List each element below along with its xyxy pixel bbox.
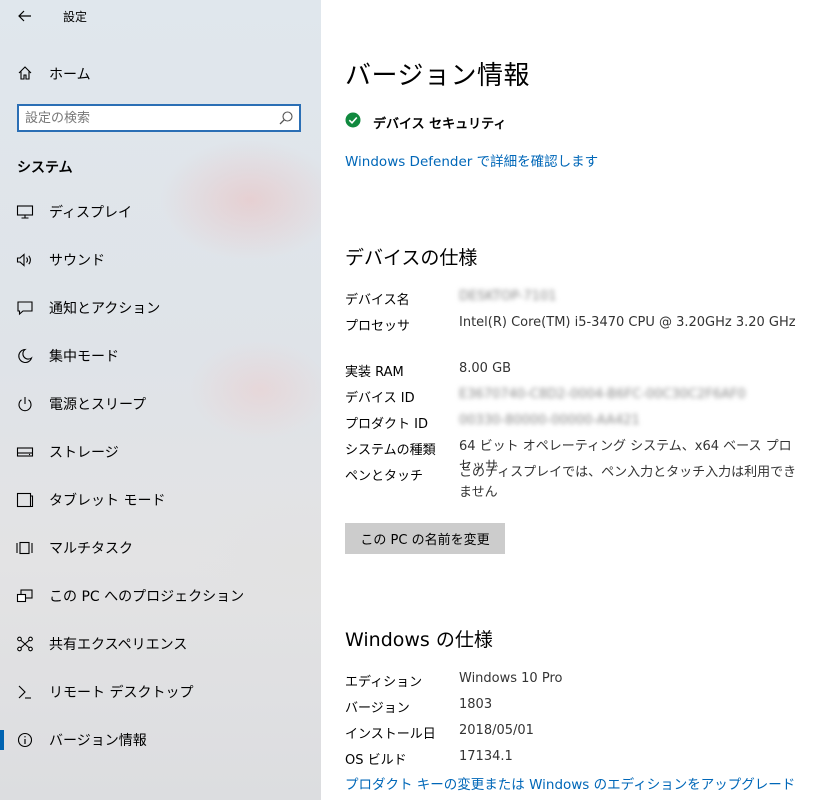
edition-value: Windows 10 Pro	[459, 671, 563, 686]
search-input[interactable]	[25, 109, 265, 127]
sidebar-item-label: サウンド	[49, 253, 105, 269]
display-icon	[16, 205, 34, 219]
sidebar-item-label: ストレージ	[49, 445, 119, 461]
device-specs-heading: デバイスの仕様	[345, 247, 478, 269]
sidebar-item-label: マルチタスク	[49, 541, 133, 557]
sidebar-item-label: 電源とスリープ	[49, 397, 147, 413]
sidebar-item-remote-desktop[interactable]: リモート デスクトップ	[0, 670, 321, 714]
sidebar-item-display[interactable]: ディスプレイ	[0, 190, 321, 234]
ram-value: 8.00 GB	[459, 361, 512, 376]
back-arrow-icon	[18, 10, 31, 22]
device-name-label: デバイス名	[345, 293, 410, 308]
processor-value: Intel(R) Core(TM) i5-3470 CPU @ 3.20GHz …	[459, 315, 796, 330]
home-label: ホーム	[49, 67, 91, 83]
sidebar-item-shared-experiences[interactable]: 共有エクスペリエンス	[0, 622, 321, 666]
sidebar-item-projecting[interactable]: この PC へのプロジェクション	[0, 574, 321, 618]
share-icon	[17, 636, 33, 652]
device-id-label: デバイス ID	[345, 391, 415, 406]
info-icon	[17, 732, 33, 748]
product-id-label: プロダクト ID	[345, 417, 428, 432]
search-box[interactable]	[17, 104, 301, 132]
remote-desktop-icon	[18, 685, 31, 699]
sidebar-item-label: 共有エクスペリエンス	[49, 637, 188, 653]
os-build-value: 17134.1	[459, 749, 513, 764]
ram-label: 実装 RAM	[345, 365, 404, 380]
speaker-icon	[16, 253, 31, 267]
sidebar-item-multitasking[interactable]: マルチタスク	[0, 526, 321, 570]
window-title: 設定	[63, 10, 88, 24]
main-content: バージョン情報 デバイス セキュリティ Windows Defender で詳細…	[321, 0, 813, 800]
upgrade-edition-link[interactable]: プロダクト キーの変更または Windows のエディションをアップグレード	[345, 773, 795, 793]
sidebar-item-tablet-mode[interactable]: タブレット モード	[0, 478, 321, 522]
rename-pc-button[interactable]: この PC の名前を変更	[345, 523, 505, 554]
tablet-icon	[16, 492, 34, 508]
selection-indicator	[0, 730, 4, 750]
version-value: 1803	[459, 697, 493, 712]
power-icon	[18, 397, 32, 412]
install-date-value: 2018/05/01	[459, 723, 534, 738]
sidebar-item-notifications[interactable]: 通知とアクション	[0, 286, 321, 330]
sidebar-item-label: タブレット モード	[49, 493, 166, 509]
sidebar-item-label: リモート デスクトップ	[49, 685, 194, 701]
notification-icon	[17, 301, 33, 316]
product-id-value: 00330-80000-00000-AA421	[459, 413, 640, 428]
sidebar-item-sound[interactable]: サウンド	[0, 238, 321, 282]
device-id-value: E3670740-C8D2-0004-B6FC-00C30C2F6AF0	[459, 387, 746, 402]
multitask-icon	[16, 541, 33, 555]
windows-defender-link[interactable]: Windows Defender で詳細を確認します	[345, 150, 598, 170]
sidebar-item-about[interactable]: バージョン情報	[0, 718, 321, 762]
moon-icon	[18, 348, 33, 364]
install-date-label: インストール日	[345, 727, 436, 742]
home-icon	[18, 66, 32, 80]
sidebar-item-power[interactable]: 電源とスリープ	[0, 382, 321, 426]
device-security-label: デバイス セキュリティ	[373, 117, 507, 132]
sidebar-item-label: 通知とアクション	[49, 301, 161, 317]
storage-icon	[16, 447, 34, 457]
search-icon[interactable]	[278, 110, 294, 126]
sidebar-item-label: ディスプレイ	[49, 205, 133, 221]
processor-label: プロセッサ	[345, 319, 411, 334]
edition-label: エディション	[345, 675, 423, 690]
device-name-value: DESKTOP-7101	[459, 289, 557, 304]
sidebar-item-home[interactable]: ホーム	[0, 58, 321, 88]
back-button[interactable]	[12, 4, 38, 28]
sidebar-item-focus-assist[interactable]: 集中モード	[0, 334, 321, 378]
section-title: システム	[17, 160, 73, 176]
windows-specs-heading: Windows の仕様	[345, 629, 493, 651]
sidebar-item-label: 集中モード	[49, 349, 119, 365]
check-circle-icon	[345, 112, 361, 128]
sidebar: 設定 ホーム システム ディスプレイ サウンド 通知とアクション	[0, 0, 321, 800]
version-label: バージョン	[345, 701, 410, 716]
sidebar-item-storage[interactable]: ストレージ	[0, 430, 321, 474]
pen-touch-value: このディスプレイでは、ペン入力とタッチ入力は利用できません	[459, 465, 797, 500]
os-build-label: OS ビルド	[345, 753, 407, 768]
sidebar-item-label: この PC へのプロジェクション	[49, 589, 245, 605]
system-type-label: システムの種類	[345, 443, 436, 458]
projection-icon	[16, 589, 33, 603]
pen-touch-label: ペンとタッチ	[345, 469, 424, 484]
page-title: バージョン情報	[345, 61, 530, 91]
sidebar-item-label: バージョン情報	[49, 733, 147, 749]
